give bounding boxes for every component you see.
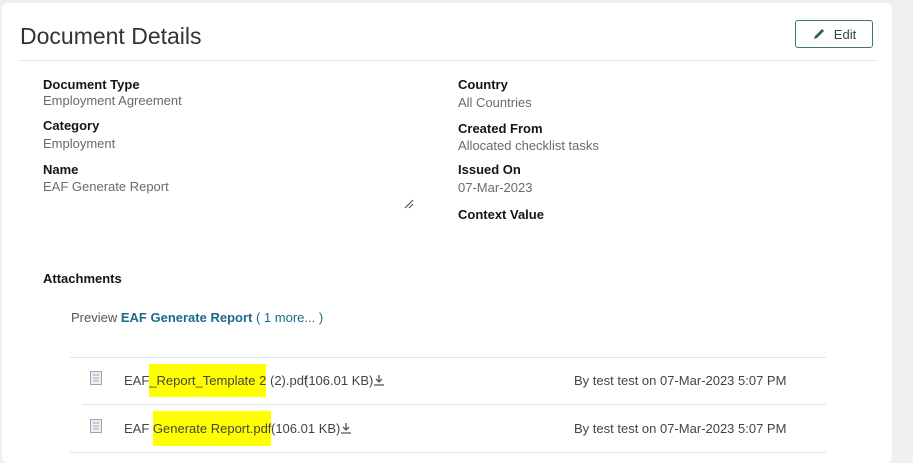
edit-label: Edit	[833, 26, 857, 42]
file-meta: By test test on 07-Mar-2023 5:07 PM	[574, 421, 787, 436]
divider	[70, 452, 826, 453]
file-name[interactable]: EAF Generate Report.pdf	[124, 411, 272, 446]
download-icon[interactable]	[340, 422, 352, 434]
divider	[82, 404, 826, 405]
created-from-value: Allocated checklist tasks	[458, 138, 599, 153]
page-title: Document Details	[20, 23, 202, 49]
preview-label: Preview	[71, 310, 118, 325]
preview-row: Preview EAF Generate Report ( 1 more... …	[71, 310, 323, 325]
preview-link[interactable]: EAF Generate Report	[121, 310, 252, 325]
file-size: (106.01 KB)	[304, 373, 374, 388]
issued-on-value: 07-Mar-2023	[458, 180, 533, 195]
file-size: (106.01 KB)	[271, 421, 341, 436]
attachments-heading: Attachments	[43, 271, 122, 286]
category-value: Employment	[43, 136, 116, 151]
more-link[interactable]: ( 1 more... )	[256, 310, 323, 325]
edit-button[interactable]: Edit	[795, 20, 873, 48]
category-label: Category	[43, 118, 100, 133]
file-meta: By test test on 07-Mar-2023 5:07 PM	[574, 373, 787, 388]
download-icon[interactable]	[373, 374, 385, 386]
issued-on-label: Issued On	[458, 162, 521, 177]
resize-handle-icon[interactable]	[403, 198, 415, 210]
divider	[20, 60, 876, 61]
divider	[70, 357, 826, 358]
document-details-card: Document Details Edit Document Type Empl…	[2, 3, 892, 463]
file-name[interactable]: EAF_Report_Template 2 (2).pdf	[124, 364, 308, 397]
document-type-value: Employment Agreement	[43, 93, 182, 108]
document-icon	[90, 419, 102, 433]
name-label: Name	[43, 162, 79, 177]
document-type-label: Document Type	[43, 77, 140, 92]
created-from-label: Created From	[458, 121, 543, 136]
document-icon	[90, 371, 102, 385]
context-value-label: Context Value	[458, 207, 544, 222]
pencil-icon	[813, 29, 824, 39]
country-value: All Countries	[458, 95, 532, 110]
name-value: EAF Generate Report	[43, 179, 169, 194]
country-label: Country	[458, 77, 508, 92]
